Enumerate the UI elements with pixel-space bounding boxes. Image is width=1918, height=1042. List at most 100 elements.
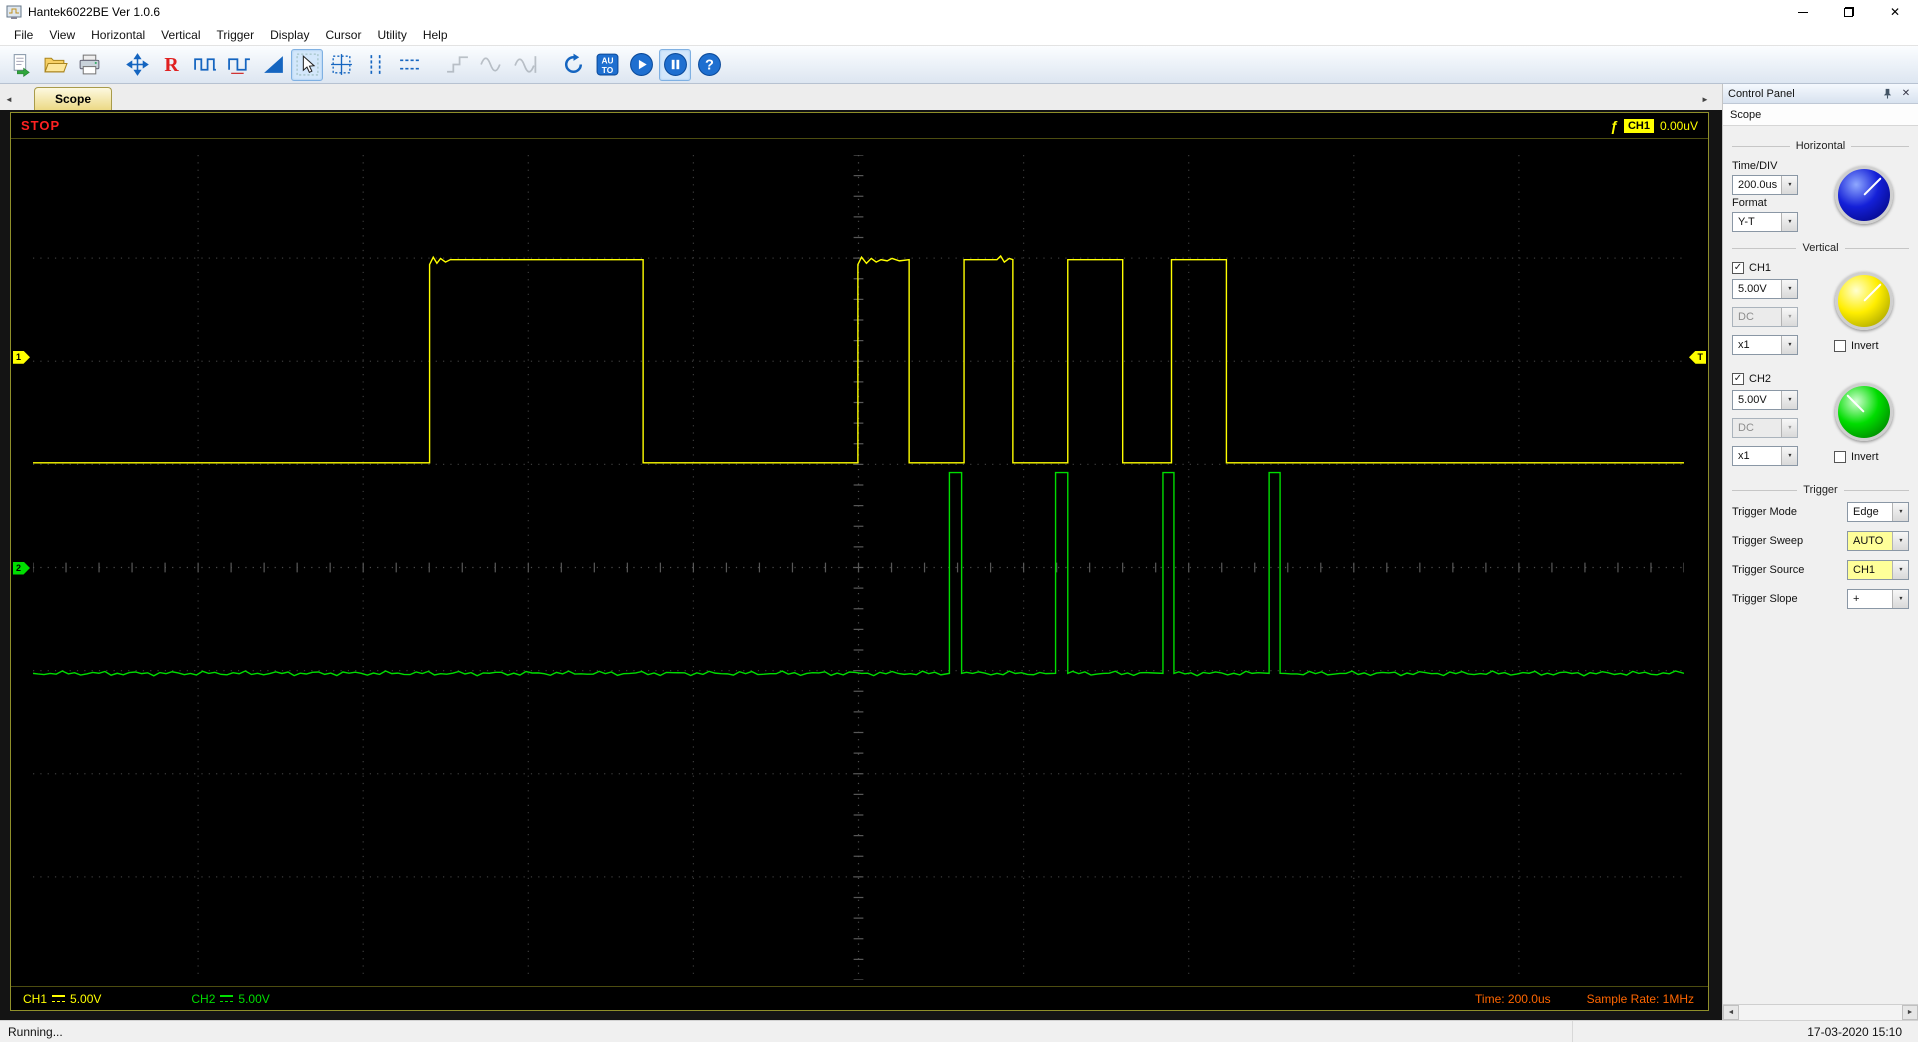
control-panel-title: Control Panel	[1728, 88, 1875, 100]
ch2-ground-marker[interactable]: 2	[13, 562, 30, 575]
tab-scroll-right-button[interactable]: ►	[1696, 89, 1714, 109]
dropdown-arrow-icon	[1781, 447, 1797, 465]
menu-item-help[interactable]: Help	[415, 26, 456, 44]
tab-scroll-left-button[interactable]: ◄	[0, 89, 18, 109]
ch1-coupling-select[interactable]: DC	[1732, 307, 1798, 327]
dropdown-arrow-icon	[1781, 336, 1797, 354]
ch1-invert-checkbox[interactable]	[1834, 340, 1846, 352]
ch2-invert-checkbox[interactable]	[1834, 451, 1846, 463]
trigger-channel-badge: CH1	[1624, 119, 1654, 133]
step-wave-icon[interactable]	[441, 49, 473, 81]
dropdown-arrow-icon	[1781, 391, 1797, 409]
dropdown-arrow-icon	[1892, 561, 1908, 579]
menu-item-vertical[interactable]: Vertical	[153, 26, 208, 44]
vertical-cursors-icon[interactable]	[359, 49, 391, 81]
ch1-marker-label: 1	[16, 351, 21, 364]
ch1-volts-value: 5.00V	[1738, 283, 1767, 295]
scope-display[interactable]	[33, 155, 1684, 980]
time-div-select[interactable]: 200.0us	[1732, 175, 1798, 195]
start-icon[interactable]	[625, 49, 657, 81]
menu-item-file[interactable]: File	[6, 26, 41, 44]
square-wave-edges-icon[interactable]	[223, 49, 255, 81]
trigger-source-select[interactable]: CH1	[1847, 560, 1909, 580]
sample-rate-readout: Sample Rate: 1MHz	[1587, 992, 1694, 1006]
sine-wave-icon[interactable]	[475, 49, 507, 81]
tab-strip: ◄ Scope ►	[0, 84, 1722, 110]
trigger-mode-select[interactable]: Edge	[1847, 502, 1909, 522]
auto-setup-icon[interactable]: AUTO	[591, 49, 623, 81]
menu-item-utility[interactable]: Utility	[369, 26, 414, 44]
ch2-volts-select[interactable]: 5.00V	[1732, 390, 1798, 410]
menu-item-cursor[interactable]: Cursor	[317, 26, 369, 44]
knob-pointer	[1863, 283, 1881, 301]
status-datetime-cell: 17-03-2020 15:10	[1572, 1021, 1918, 1042]
ch2-position-knob[interactable]	[1835, 383, 1893, 441]
select-cursor-icon[interactable]	[291, 49, 323, 81]
square-wave-icon[interactable]	[189, 49, 221, 81]
menu-item-trigger[interactable]: Trigger	[209, 26, 263, 44]
panel-mode-label: Scope	[1730, 109, 1761, 121]
open-folder-icon[interactable]	[39, 49, 71, 81]
record-r-icon[interactable]: R	[155, 49, 187, 81]
trigger-level-marker[interactable]: T	[1689, 351, 1706, 364]
ch2-controls: ✓ CH2 5.00V DC x1	[1732, 371, 1909, 474]
dropdown-arrow-icon	[1892, 590, 1908, 608]
ch1-volts-select[interactable]: 5.00V	[1732, 279, 1798, 299]
print-icon[interactable]	[73, 49, 105, 81]
ch2-enable-checkbox[interactable]: ✓	[1732, 373, 1744, 385]
trigger-sweep-select[interactable]: AUTO	[1847, 531, 1909, 551]
menu-item-view[interactable]: View	[41, 26, 83, 44]
dropdown-arrow-icon	[1892, 532, 1908, 550]
pause-icon[interactable]	[659, 49, 691, 81]
menu-item-horizontal[interactable]: Horizontal	[83, 26, 153, 44]
refresh-icon[interactable]	[557, 49, 589, 81]
control-panel-scrollbar[interactable]: ◄ ►	[1723, 1004, 1918, 1020]
horizontal-cursors-icon[interactable]	[393, 49, 425, 81]
scrollbar-right-button[interactable]: ►	[1902, 1005, 1918, 1020]
toolbar: R AUTO?	[0, 46, 1918, 84]
minimize-button[interactable]	[1780, 0, 1826, 24]
maximize-button[interactable]	[1826, 0, 1872, 24]
ch1-ground-marker[interactable]: 1	[13, 351, 30, 364]
ramp-icon[interactable]	[257, 49, 289, 81]
close-icon: ✕	[1890, 5, 1900, 19]
ch1-enable-checkbox[interactable]: ✓	[1732, 262, 1744, 274]
pin-icon[interactable]	[1880, 87, 1894, 101]
horizontal-position-knob[interactable]	[1835, 166, 1893, 224]
dropdown-arrow-icon	[1781, 176, 1797, 194]
ch2-coupling-select[interactable]: DC	[1732, 418, 1798, 438]
fit-screen-icon[interactable]	[121, 49, 153, 81]
menu-item-display[interactable]: Display	[262, 26, 317, 44]
trace-ch1	[33, 256, 1684, 463]
trigger-slope-select[interactable]: +	[1847, 589, 1909, 609]
acquisition-status: STOP	[21, 118, 60, 133]
panel-close-icon[interactable]: ✕	[1899, 87, 1913, 101]
format-select[interactable]: Y-T	[1732, 212, 1798, 232]
scroll-right-icon: ►	[1907, 1009, 1914, 1016]
ch1-label: CH1	[1749, 262, 1771, 274]
close-button[interactable]: ✕	[1872, 0, 1918, 24]
ch1-position-knob[interactable]	[1835, 272, 1893, 330]
help-icon[interactable]: ?	[693, 49, 725, 81]
trigger-slope-value: +	[1853, 593, 1859, 605]
format-label: Format	[1732, 197, 1818, 209]
ch2-probe-value: x1	[1738, 450, 1750, 462]
ch1-controls: ✓ CH1 5.00V DC x1	[1732, 260, 1909, 363]
ch1-probe-select[interactable]: x1	[1732, 335, 1798, 355]
dc-coupling-icon	[220, 994, 233, 1003]
tab-scope[interactable]: Scope	[34, 87, 112, 110]
ch2-invert-label: Invert	[1851, 451, 1879, 463]
ch2-probe-select[interactable]: x1	[1732, 446, 1798, 466]
sine-wave-arrow-icon[interactable]	[509, 49, 541, 81]
minimize-icon	[1798, 12, 1808, 13]
dc-coupling-icon	[52, 994, 65, 1003]
scrollbar-left-button[interactable]: ◄	[1723, 1005, 1739, 1020]
title-bar: Hantek6022BE Ver 1.0.6 ✕	[0, 0, 1918, 24]
ch2-volts-per-div: 5.00V	[238, 992, 269, 1006]
format-value: Y-T	[1738, 216, 1755, 228]
datetime-text: 17-03-2020 15:10	[1807, 1025, 1902, 1039]
knob-pointer	[1863, 177, 1881, 195]
open-file-icon[interactable]	[5, 49, 37, 81]
grid-icon[interactable]	[325, 49, 357, 81]
status-text: Running...	[0, 1025, 63, 1039]
